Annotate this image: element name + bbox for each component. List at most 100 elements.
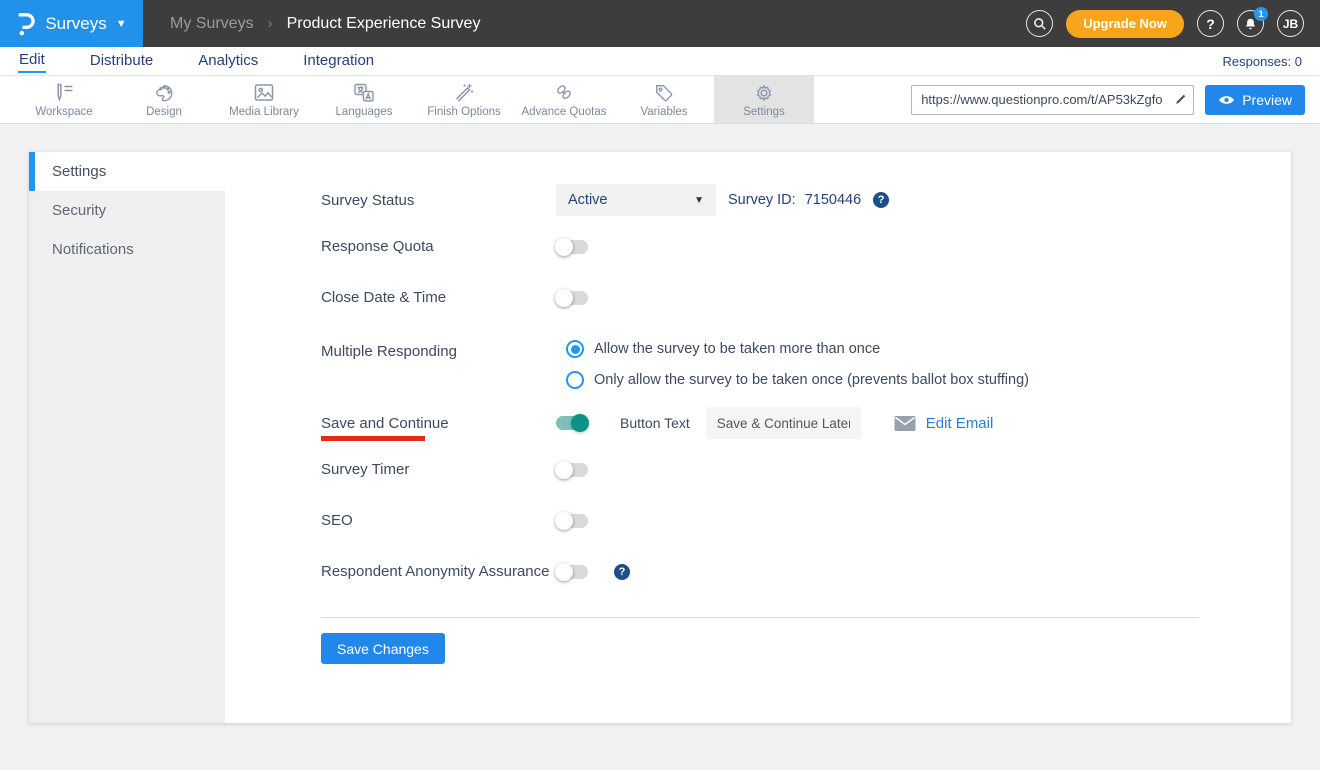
radio-label: Allow the survey to be taken more than o… xyxy=(594,341,880,357)
settings-form: Survey Status Active ▼ Survey ID: 715044… xyxy=(225,152,1291,723)
response-quota-toggle[interactable] xyxy=(556,240,588,254)
toolbar-item-label: Design xyxy=(146,106,182,118)
settings-card: Settings Security Notifications Survey S… xyxy=(29,152,1291,723)
seo-toggle[interactable] xyxy=(556,514,588,528)
edit-email-link[interactable]: Edit Email xyxy=(926,415,994,432)
upgrade-now-button[interactable]: Upgrade Now xyxy=(1066,10,1184,38)
edit-url-button[interactable] xyxy=(1167,86,1193,114)
toolbar-item-finish-options[interactable]: Finish Options xyxy=(414,76,514,123)
toggle-knob xyxy=(555,289,573,307)
sidebar-item-settings[interactable]: Settings xyxy=(29,152,225,191)
survey-id-value: 7150446 xyxy=(805,192,861,208)
breadcrumb-separator: › xyxy=(268,15,273,32)
toolbar-item-label: Variables xyxy=(640,106,687,118)
survey-timer-row: Survey Timer xyxy=(321,461,1199,478)
tab-edit[interactable]: Edit xyxy=(18,49,46,73)
multiple-responding-label: Multiple Responding xyxy=(321,343,556,360)
search-icon xyxy=(1032,16,1047,31)
toolbar-item-label: Workspace xyxy=(35,106,92,118)
top-bar: Surveys ▼ My Surveys › Product Experienc… xyxy=(0,0,1320,47)
preview-button[interactable]: Preview xyxy=(1205,85,1305,115)
help-button[interactable]: ? xyxy=(1197,10,1224,37)
breadcrumb-my-surveys[interactable]: My Surveys xyxy=(170,15,254,33)
envelope-icon xyxy=(894,415,916,432)
sidebar-item-notifications[interactable]: Notifications xyxy=(29,230,225,269)
toolbar-item-label: Media Library xyxy=(229,106,299,118)
sidebar-item-label: Settings xyxy=(52,163,106,180)
button-text-label: Button Text xyxy=(620,415,690,431)
survey-id-group: Survey ID: 7150446 xyxy=(728,192,861,208)
toolbar-item-label: Settings xyxy=(743,106,785,118)
close-date-toggle[interactable] xyxy=(556,291,588,305)
avatar-initials: JB xyxy=(1283,17,1298,31)
multiple-responding-options: Allow the survey to be taken more than o… xyxy=(556,340,1029,389)
toolbar-item-settings[interactable]: Settings xyxy=(714,76,814,123)
workspace-icon xyxy=(52,82,76,104)
toolbar-item-label: Languages xyxy=(336,106,393,118)
save-and-continue-label-text: Save and Continue xyxy=(321,415,449,432)
toolbar-item-label: Finish Options xyxy=(427,106,501,118)
survey-url-field xyxy=(911,85,1194,115)
tag-icon xyxy=(652,82,676,104)
toggle-knob xyxy=(555,461,573,479)
radio-label: Only allow the survey to be taken once (… xyxy=(594,372,1029,388)
notification-count-badge: 1 xyxy=(1254,7,1268,21)
notifications-button[interactable]: 1 xyxy=(1237,10,1264,37)
radio-selected-icon xyxy=(566,340,584,358)
toolbar-item-media-library[interactable]: Media Library xyxy=(214,76,314,123)
save-changes-button[interactable]: Save Changes xyxy=(321,633,445,664)
sidebar-item-label: Security xyxy=(52,202,106,219)
toggle-knob xyxy=(571,414,589,432)
settings-sidebar: Settings Security Notifications xyxy=(29,152,225,723)
avatar[interactable]: JB xyxy=(1277,10,1304,37)
response-quota-label: Response Quota xyxy=(321,238,556,255)
save-and-continue-toggle[interactable] xyxy=(556,416,588,430)
respondent-anonymity-row: Respondent Anonymity Assurance ? xyxy=(321,563,1199,580)
pencil-icon xyxy=(1173,93,1187,107)
survey-id-label: Survey ID: xyxy=(728,192,796,208)
sidebar-item-label: Notifications xyxy=(52,241,134,258)
close-date-label: Close Date & Time xyxy=(321,289,556,306)
eye-icon xyxy=(1218,94,1235,106)
edit-email-group[interactable]: Edit Email xyxy=(894,415,994,432)
button-text-input[interactable] xyxy=(706,407,861,439)
toggle-knob xyxy=(555,238,573,256)
survey-status-select[interactable]: Active ▼ xyxy=(556,184,716,216)
product-switcher[interactable]: Surveys ▼ xyxy=(0,0,143,47)
multiple-responding-row: Multiple Responding Allow the survey to … xyxy=(321,340,1199,389)
toolbar-item-workspace[interactable]: Workspace xyxy=(14,76,114,123)
survey-status-row: Survey Status Active ▼ Survey ID: 715044… xyxy=(321,184,1199,216)
chain-links-icon xyxy=(552,82,576,104)
respondent-anonymity-label: Respondent Anonymity Assurance xyxy=(321,563,556,580)
survey-timer-label: Survey Timer xyxy=(321,461,556,478)
search-button[interactable] xyxy=(1026,10,1053,37)
respondent-anonymity-toggle[interactable] xyxy=(556,565,588,579)
tab-distribute[interactable]: Distribute xyxy=(89,50,154,72)
toolbar-right: Preview xyxy=(911,76,1320,123)
seo-row: SEO xyxy=(321,512,1199,529)
page-title: Product Experience Survey xyxy=(287,15,481,33)
toolbar-item-design[interactable]: Design xyxy=(114,76,214,123)
toolbar-item-languages[interactable]: Languages xyxy=(314,76,414,123)
radio-allow-multiple[interactable]: Allow the survey to be taken more than o… xyxy=(556,340,1029,358)
wand-icon xyxy=(452,82,476,104)
toggle-knob xyxy=(555,512,573,530)
preview-label: Preview xyxy=(1242,92,1292,108)
sidebar-item-security[interactable]: Security xyxy=(29,191,225,230)
seo-label: SEO xyxy=(321,512,556,529)
respondent-anonymity-help-icon[interactable]: ? xyxy=(614,564,630,580)
tab-analytics[interactable]: Analytics xyxy=(197,50,259,72)
survey-timer-toggle[interactable] xyxy=(556,463,588,477)
breadcrumb: My Surveys › Product Experience Survey xyxy=(170,15,480,33)
translate-icon xyxy=(352,82,376,104)
toolbar-item-variables[interactable]: Variables xyxy=(614,76,714,123)
toolbar-item-advance-quotas[interactable]: Advance Quotas xyxy=(514,76,614,123)
radio-only-once[interactable]: Only allow the survey to be taken once (… xyxy=(556,371,1029,389)
survey-id-help-icon[interactable]: ? xyxy=(873,192,889,208)
tab-integration[interactable]: Integration xyxy=(302,50,375,72)
survey-status-value: Active xyxy=(568,192,608,208)
topbar-actions: Upgrade Now ? 1 JB xyxy=(1026,10,1320,38)
red-highlight-underline xyxy=(321,436,425,441)
survey-url-input[interactable] xyxy=(912,92,1167,107)
chevron-down-icon: ▼ xyxy=(694,195,704,206)
